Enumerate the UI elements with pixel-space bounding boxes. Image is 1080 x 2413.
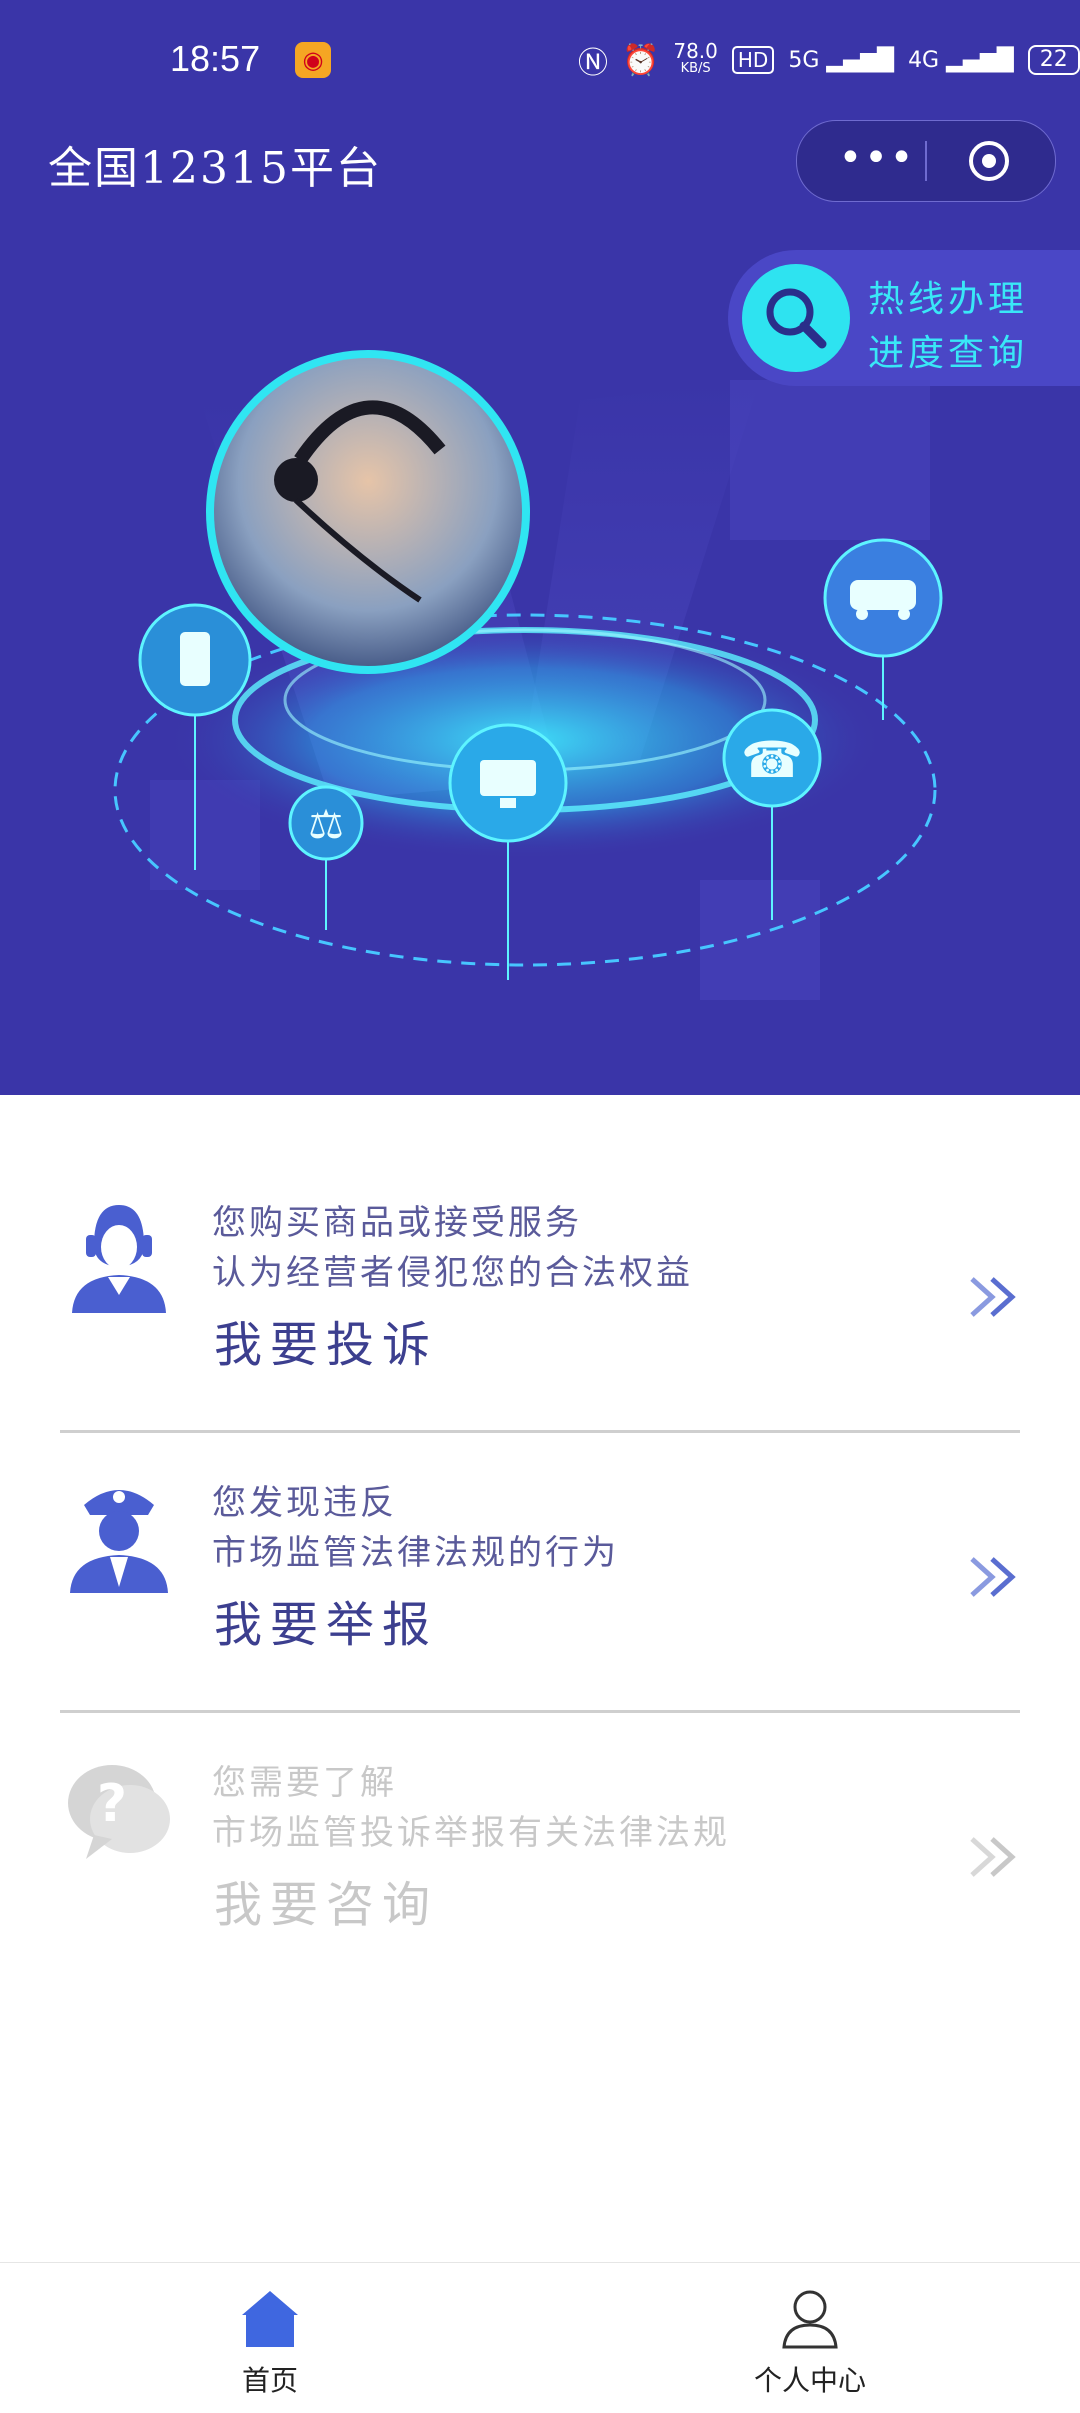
svg-text:⚖: ⚖	[308, 802, 344, 848]
more-menu-button[interactable]: •••	[827, 121, 927, 201]
tab-profile[interactable]: 个人中心	[710, 2263, 910, 2413]
chevron-right-double-icon	[970, 1837, 1016, 1877]
consult-item[interactable]: ? 您需要了解 市场监管投诉举报有关法律法规 我要咨询	[0, 1655, 1080, 1933]
net-5g-label: 5G	[788, 47, 820, 73]
report-item[interactable]: 您发现违反 市场监管法律法规的行为 我要举报	[0, 1375, 1080, 1713]
status-time: 18:57	[170, 38, 261, 79]
chevron-right-double-icon	[970, 1557, 1016, 1597]
hd-badge: HD	[731, 46, 775, 74]
complaint-desc-line2: 认为经营者侵犯您的合法权益	[212, 1253, 693, 1293]
tab-home[interactable]: 首页	[170, 2263, 370, 2413]
report-desc-line2: 市场监管法律法规的行为	[212, 1533, 619, 1573]
close-miniprogram-button[interactable]	[967, 139, 1011, 183]
nfc-icon: Ⓝ	[578, 46, 608, 81]
chevron-right-double-icon	[970, 1277, 1016, 1317]
customer-service-icon	[72, 1205, 166, 1313]
hotline-label: 热线办理	[868, 279, 1029, 320]
question-bubble-icon: ?	[68, 1765, 170, 1859]
home-icon	[242, 2291, 298, 2347]
police-officer-icon	[70, 1490, 168, 1593]
network-speed: 78.0 KB/S	[673, 39, 718, 78]
miniprogram-capsule: •••	[796, 120, 1056, 202]
status-bar: 18:57 ◉ Ⓝ ⏰ 78.0 KB/S HD 5G ▂▄▆█ 4G ▂▄▆█…	[0, 0, 1080, 125]
user-icon	[782, 2290, 838, 2349]
status-icons: Ⓝ ⏰ 78.0 KB/S HD 5G ▂▄▆█ 4G ▂▄▆█ 22	[578, 39, 1080, 81]
report-desc-line1: 您发现违反	[212, 1483, 397, 1523]
alarm-icon: ⏰	[622, 42, 660, 78]
service-illustration: ⚖ ☎	[113, 350, 943, 1000]
capsule-divider	[925, 141, 927, 181]
svg-text:☎: ☎	[741, 731, 803, 789]
consult-desc-line1: 您需要了解	[212, 1763, 397, 1803]
signal-5g: 5G ▂▄▆█	[788, 47, 895, 73]
speed-value: 78.0	[673, 39, 718, 63]
bottom-tab-bar: 首页 个人中心	[0, 2262, 1080, 2413]
complaint-desc-line1: 您购买商品或接受服务	[212, 1203, 582, 1243]
consult-desc-line2: 市场监管投诉举报有关法律法规	[212, 1813, 730, 1853]
net-4g-label: 4G	[908, 47, 940, 73]
consult-action: 我要咨询	[214, 1877, 439, 1933]
battery-level: 22	[1039, 47, 1068, 72]
tab-home-label: 首页	[241, 2364, 298, 2397]
speed-unit: KB/S	[680, 61, 711, 76]
svg-text:?: ?	[97, 1774, 127, 1834]
page-title: 全国12315平台	[48, 143, 382, 194]
complaint-action: 我要投诉	[214, 1317, 439, 1373]
report-action: 我要举报	[214, 1597, 439, 1653]
hero-banner: 18:57 ◉ Ⓝ ⏰ 78.0 KB/S HD 5G ▂▄▆█ 4G ▂▄▆█…	[0, 0, 1080, 1095]
tab-profile-label: 个人中心	[753, 2364, 866, 2397]
battery-icon: 22	[1027, 45, 1080, 75]
complaint-item[interactable]: 您购买商品或接受服务 认为经营者侵犯您的合法权益 我要投诉	[0, 1095, 1080, 1433]
weibo-icon: ◉	[295, 42, 331, 78]
signal-4g: 4G ▂▄▆█	[908, 47, 1014, 73]
